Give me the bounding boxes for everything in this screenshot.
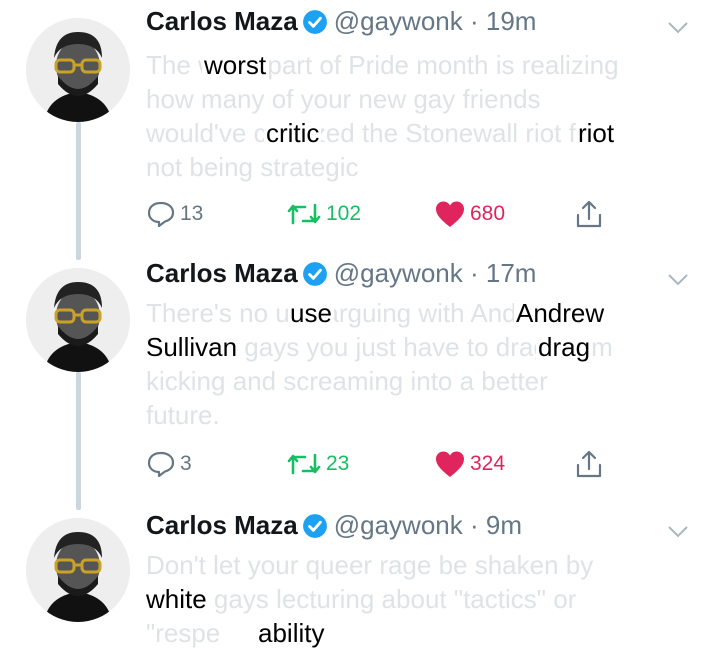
- tweet-line: Sullivan gays you just have to drag them…: [144, 330, 613, 364]
- chevron-down-icon[interactable]: [666, 20, 690, 36]
- like-button[interactable]: 680: [434, 196, 505, 232]
- tweet-text: There's no use arguing with Andrew use And…: [144, 296, 696, 432]
- chevron-down-icon[interactable]: [666, 524, 690, 540]
- verified-badge-icon: [302, 261, 327, 286]
- reply-icon: [147, 201, 175, 228]
- overlay-word: use: [288, 296, 334, 330]
- heart-icon: [436, 451, 464, 477]
- tweet-text: The worst part of Pride month is realizi…: [146, 48, 696, 184]
- overlay-word: Andrew: [514, 296, 607, 330]
- avatar[interactable]: [26, 268, 130, 372]
- tweet-line: how many of your new gay friends: [146, 84, 541, 114]
- overlay-word: drag: [536, 330, 593, 364]
- tweet-line: would've criticized the Stonewall riot f…: [146, 116, 617, 150]
- tweet-line: future.: [146, 400, 220, 430]
- reply-icon: [147, 451, 175, 478]
- tweet-line: not being strategic: [146, 152, 359, 182]
- display-name[interactable]: Carlos Maza: [146, 510, 298, 540]
- timestamp[interactable]: 19m: [486, 6, 537, 36]
- separator-dot: ·: [462, 6, 486, 36]
- tweet[interactable]: Carlos Maza @gaywonk · 17m There's no use…: [0, 258, 720, 504]
- overlay-word: Sullivan: [144, 330, 240, 364]
- like-count: 324: [470, 452, 506, 475]
- avatar[interactable]: [26, 518, 130, 622]
- tweet-line: The worst part of Pride month is realizi…: [146, 48, 619, 82]
- overlay-word: worst: [202, 48, 269, 82]
- handle[interactable]: @gaywonk: [334, 258, 463, 288]
- display-name[interactable]: Carlos Maza: [146, 258, 298, 288]
- tweet-line: Don't let your queer rage be shaken by: [146, 550, 594, 580]
- share-icon: [576, 200, 602, 228]
- handle[interactable]: @gaywonk: [334, 6, 463, 36]
- timestamp[interactable]: 9m: [486, 510, 522, 540]
- retweet-button[interactable]: 102: [286, 196, 361, 232]
- overlay-word: ability: [256, 616, 327, 650]
- tweet[interactable]: Carlos Maza @gaywonk · 19m The worst part…: [0, 6, 720, 252]
- retweet-button[interactable]: 23: [286, 446, 349, 482]
- retweet-count: 102: [326, 202, 362, 225]
- share-button[interactable]: [574, 446, 604, 482]
- tweet-line: There's no use arguing with Andrew use And…: [146, 296, 607, 330]
- chevron-down-icon[interactable]: [666, 272, 690, 288]
- like-count: 680: [470, 202, 506, 225]
- like-button[interactable]: 324: [434, 446, 505, 482]
- timestamp[interactable]: 17m: [486, 258, 537, 288]
- overlay-word: white: [144, 582, 209, 616]
- retweet-count: 23: [326, 452, 350, 475]
- tweet-line: kicking and screaming into a better: [146, 366, 548, 396]
- tweet-actions: 13 102 680: [146, 196, 616, 232]
- tweet-actions: 3 23 324: [146, 446, 616, 482]
- display-name[interactable]: Carlos Maza: [146, 6, 298, 36]
- overlay-word: critic: [264, 116, 322, 150]
- reply-count: 3: [180, 452, 192, 475]
- tweet-line: white gays lecturing about "tactics" or w…: [144, 582, 577, 616]
- share-icon: [576, 450, 602, 478]
- verified-badge-icon: [302, 9, 327, 34]
- retweet-icon: [287, 203, 321, 225]
- tweet[interactable]: Carlos Maza @gaywonk · 9m Don't let your …: [0, 510, 720, 666]
- share-button[interactable]: [574, 196, 604, 232]
- reply-button[interactable]: 3: [146, 446, 192, 482]
- heart-icon: [436, 201, 464, 227]
- reply-button[interactable]: 13: [146, 196, 203, 232]
- separator-dot: ·: [462, 510, 486, 540]
- tweet-line: "respe ability: [146, 616, 327, 650]
- tweet-header: Carlos Maza @gaywonk · 19m: [146, 6, 536, 50]
- avatar[interactable]: [26, 18, 130, 122]
- separator-dot: ·: [462, 258, 486, 288]
- handle[interactable]: @gaywonk: [334, 510, 463, 540]
- tweet-text: Don't let your queer rage be shaken by w…: [144, 548, 696, 650]
- overlay-word: riot: [576, 116, 617, 150]
- reply-count: 13: [180, 202, 204, 225]
- verified-badge-icon: [302, 513, 327, 538]
- retweet-icon: [287, 453, 321, 475]
